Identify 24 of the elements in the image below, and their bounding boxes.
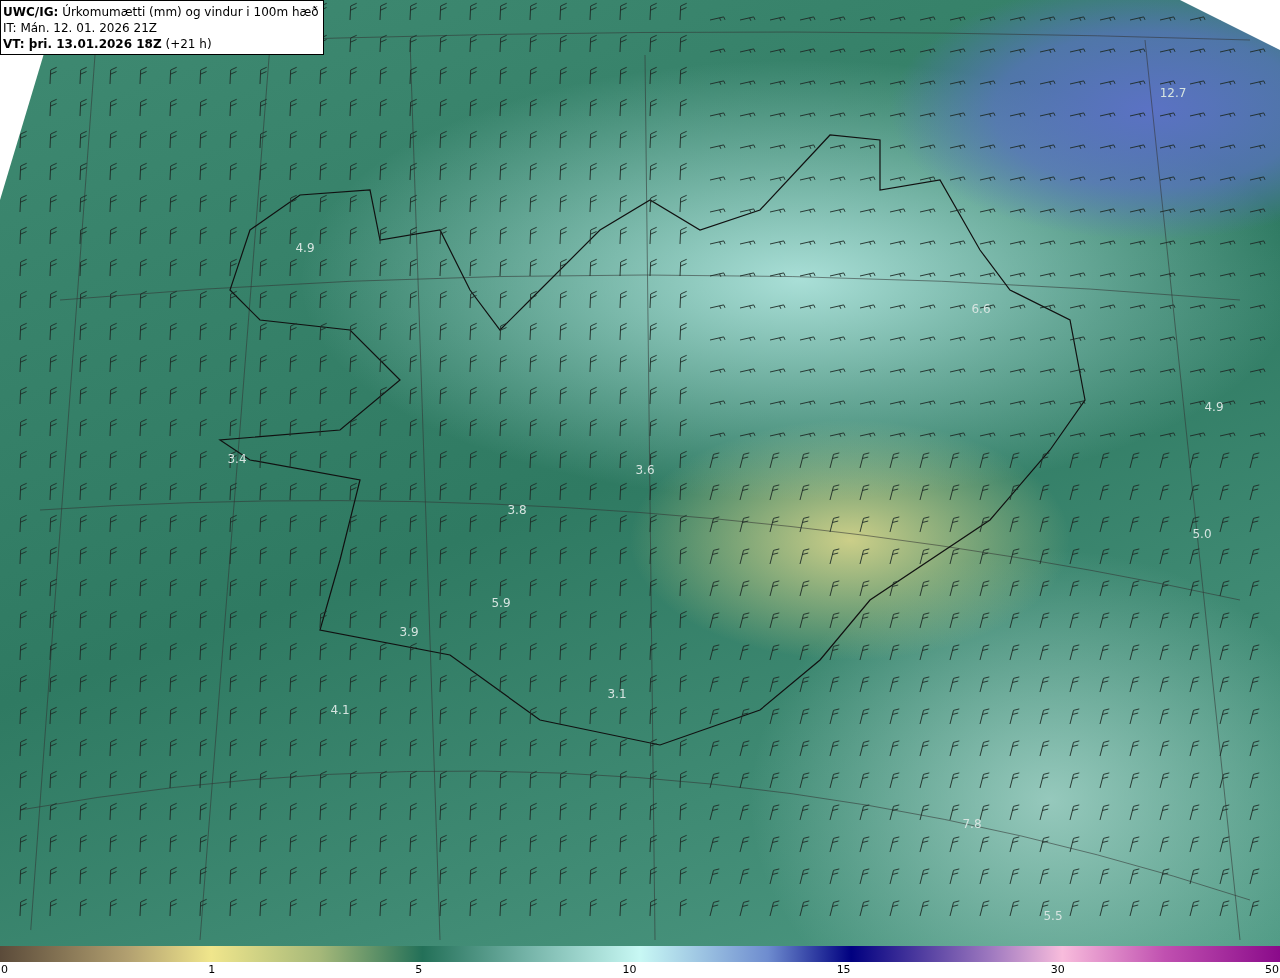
precipitation-value: 4.9 (295, 241, 315, 255)
precipitation-value: 4.9 (1204, 400, 1224, 414)
precipitation-value: 5.5 (1043, 909, 1063, 923)
precipitation-value: 5.0 (1192, 527, 1212, 541)
precipitation-value: 3.1 (607, 687, 627, 701)
map-title: UWC/IG: Úrkomumætti (mm) og vindur i 100m hæð (3, 4, 319, 20)
valid-time: VT: þri. 13.01.2026 18Z (+21 h) (3, 36, 213, 52)
precipitation-value: 3.9 (399, 625, 419, 639)
colorbar-tick-label: 1 (208, 962, 216, 978)
precipitation-value: 4.1 (330, 703, 350, 717)
precipitation-value: 6.6 (971, 302, 991, 316)
colorbar-tick-label: 30 (1050, 962, 1065, 978)
colorbar-tick-label: 5 (415, 962, 423, 978)
precipitation-value: 3.6 (635, 463, 655, 477)
colorbar-tick-label: 50 (1264, 962, 1279, 978)
precipitation-value: 7.8 (962, 817, 982, 831)
precipitation-value: 3.4 (227, 452, 247, 466)
colorbar-tick-label: 0 (1, 962, 8, 978)
precipitation-value: 12.7 (1159, 86, 1187, 100)
precipitation-value: 5.9 (491, 596, 511, 610)
init-time: IT: Mán. 12. 01. 2026 21Z (3, 20, 158, 36)
colorbar-tick-label: 15 (836, 962, 851, 978)
precipitation-value: 3.8 (507, 503, 527, 517)
colorbar-tick-label: 10 (622, 962, 637, 978)
